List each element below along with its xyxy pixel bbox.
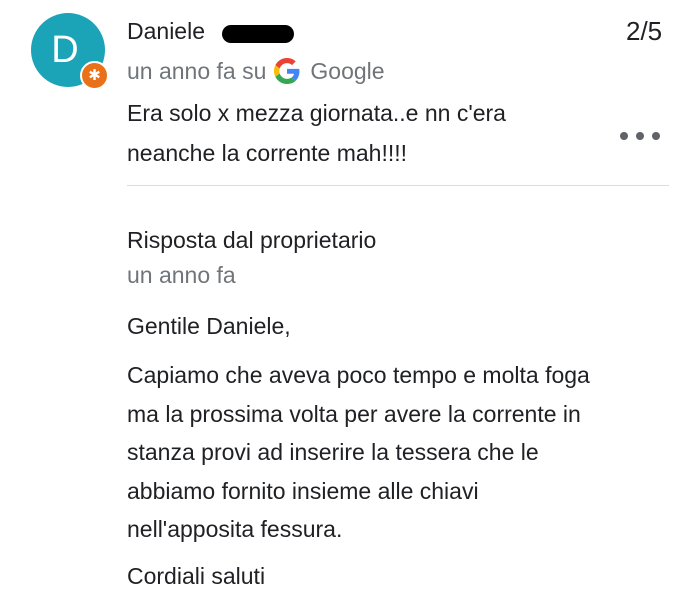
owner-response-line: nell'apposita fessura. xyxy=(127,516,343,542)
owner-response-line: abbiamo fornito insieme alle chiavi xyxy=(127,477,479,504)
review-source: Google xyxy=(310,57,385,84)
review-text-line: Era solo x mezza giornata..e nn c'era xyxy=(127,100,506,126)
owner-response-time: un anno fa xyxy=(127,262,236,288)
owner-response-greeting: Gentile Daniele, xyxy=(127,313,291,339)
review-text: Era solo x mezza giornata..e nn c'era ne… xyxy=(127,93,597,173)
name-redaction xyxy=(222,25,294,43)
review-text-line: neanche la corrente mah!!!! xyxy=(127,140,407,166)
owner-response-line: Capiamo che aveva poco tempo e molta fog… xyxy=(127,362,590,388)
more-options-icon[interactable] xyxy=(620,124,660,148)
avatar-letter: D xyxy=(51,29,79,71)
owner-response-closing: Cordiali saluti xyxy=(127,563,266,589)
owner-response-title: Risposta dal proprietario xyxy=(127,227,377,253)
owner-response-line: stanza provi ad inserire la tessera che … xyxy=(127,439,539,465)
divider xyxy=(127,185,669,186)
owner-response-line: ma la prossima volta per avere la corren… xyxy=(127,400,581,427)
review-card: D ✱ Daniele 2/5 un anno fa su Google Era… xyxy=(0,0,698,600)
rating: 2/5 xyxy=(626,16,663,46)
reviewer-name[interactable]: Daniele xyxy=(127,18,205,45)
local-guide-star-icon: ✱ xyxy=(80,61,109,90)
review-time: un anno fa su xyxy=(127,57,267,84)
review-meta: un anno fa su Google xyxy=(127,56,385,86)
google-icon xyxy=(274,58,300,84)
owner-response-body: Capiamo che aveva poco tempo e molta fog… xyxy=(127,356,667,549)
